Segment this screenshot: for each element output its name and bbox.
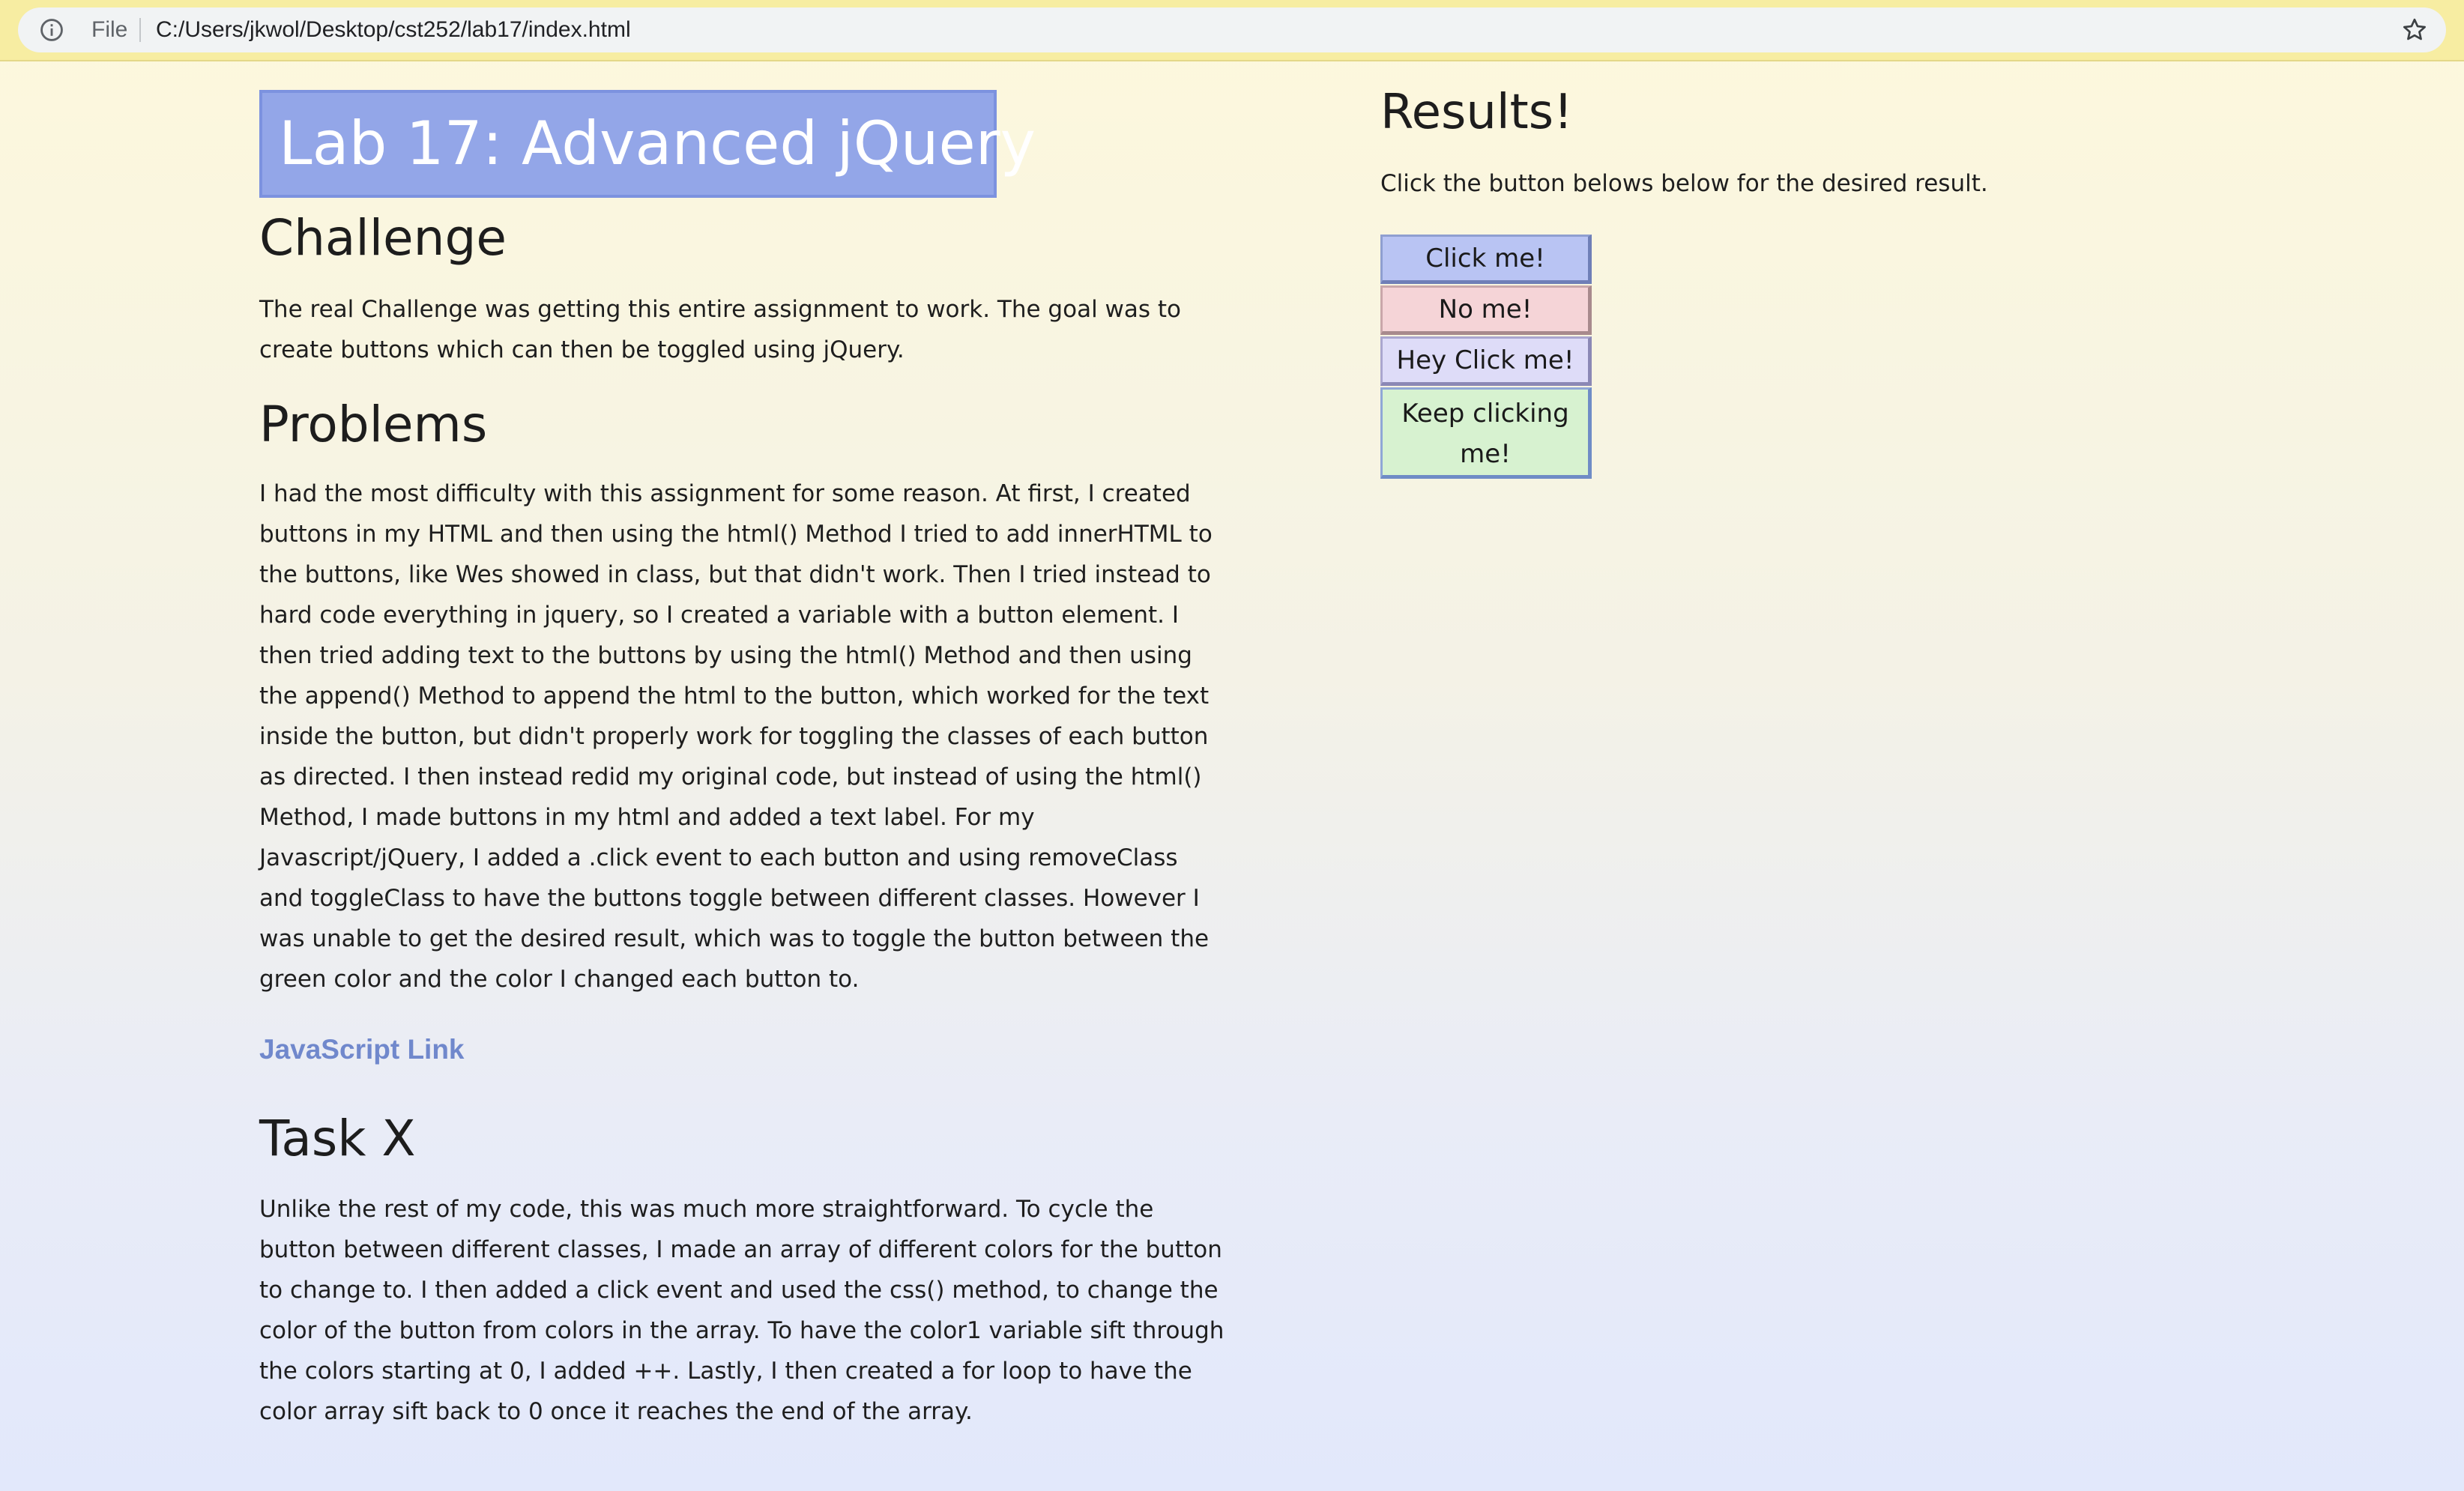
- click-me-button[interactable]: Click me!: [1380, 235, 1592, 284]
- problems-heading: Problems: [259, 396, 488, 453]
- info-icon[interactable]: [39, 17, 64, 43]
- task-x-text: Unlike the rest of my code, this was muc…: [259, 1196, 1225, 1425]
- results-instructions: Click the button belows below for the de…: [1380, 170, 1988, 197]
- page-title-box: Lab 17: Advanced jQuery: [259, 90, 1036, 198]
- address-bar[interactable]: File C:/Users/jkwol/Desktop/cst252/lab17…: [18, 7, 2446, 52]
- scheme-label: File: [91, 17, 128, 42]
- star-icon[interactable]: [2401, 16, 2428, 43]
- keep-clicking-me-button[interactable]: Keep clicking me!: [1380, 387, 1592, 479]
- browser-toolbar: File C:/Users/jkwol/Desktop/cst252/lab17…: [0, 0, 2464, 61]
- hey-click-me-button[interactable]: Hey Click me!: [1380, 336, 1592, 386]
- problems-text: I had the most difficulty with this assi…: [259, 480, 1213, 993]
- no-me-button[interactable]: No me!: [1380, 285, 1592, 335]
- task-x-heading: Task X: [259, 1110, 416, 1167]
- url-text[interactable]: C:/Users/jkwol/Desktop/cst252/lab17/inde…: [156, 18, 631, 42]
- javascript-link[interactable]: JavaScript Link: [259, 1034, 465, 1065]
- address-separator: [139, 18, 141, 42]
- challenge-heading: Challenge: [259, 209, 507, 267]
- results-heading: Results!: [1380, 85, 1573, 140]
- page-title: Lab 17: Advanced jQuery: [279, 109, 1036, 178]
- challenge-text: The real Challenge was getting this enti…: [259, 296, 1182, 363]
